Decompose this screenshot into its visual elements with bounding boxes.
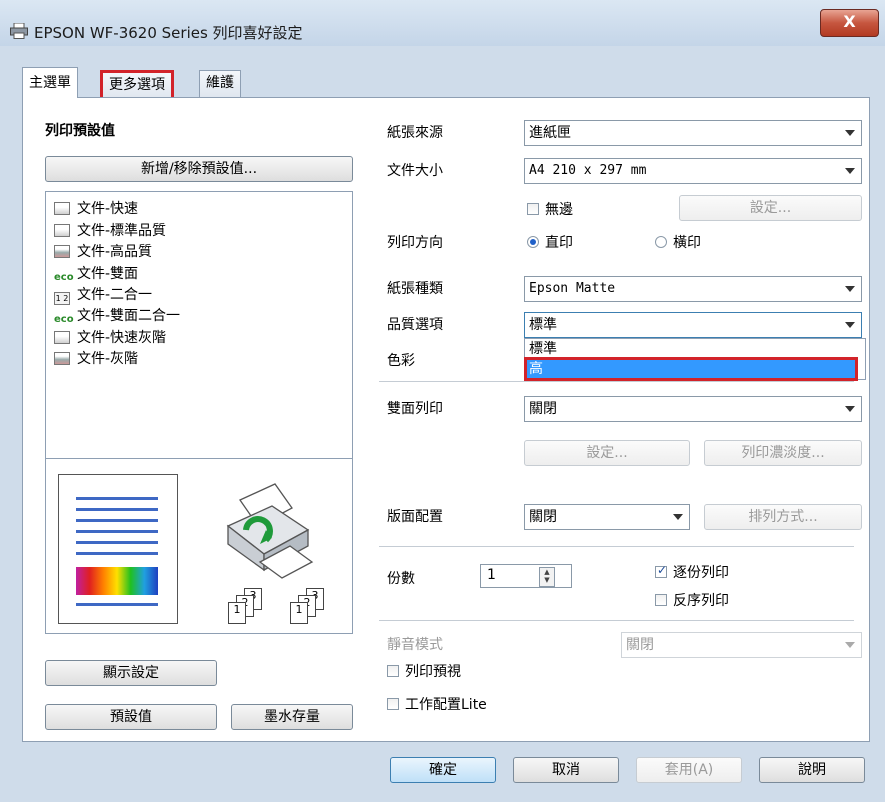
paper-type-label: 紙張種類 [387, 281, 443, 297]
print-density-button[interactable]: 列印濃淡度... [704, 440, 862, 466]
list-item[interactable]: 1 2 文件-二合一 [54, 286, 152, 305]
document-icon [54, 224, 70, 237]
color-label: 色彩 [387, 353, 415, 369]
layout-select[interactable]: 關閉 [524, 504, 690, 530]
tab-main[interactable]: 主選單 [22, 67, 78, 98]
portrait-label: 直印 [545, 235, 573, 251]
divider [46, 458, 352, 459]
collate-label: 逐份列印 [673, 565, 729, 581]
eco-icon: eco [54, 314, 74, 325]
chevron-down-icon [845, 130, 855, 136]
paper-source-label: 紙張來源 [387, 125, 443, 141]
two-in-one-icon: 1 2 [54, 292, 70, 305]
main-panel: 列印預設值 新增/移除預設值... 文件-快速 文件-標準品質 文件-高品質 e… [22, 97, 870, 742]
collate-checkbox[interactable]: ✓ [655, 563, 667, 578]
quality-dropdown-list: 標準 高 [524, 338, 866, 380]
paper-source-select[interactable]: 進紙匣 [524, 120, 862, 146]
document-color-icon [54, 352, 70, 365]
print-preview-label: 列印預視 [405, 664, 461, 680]
printer-icon [10, 23, 28, 39]
add-remove-presets-button[interactable]: 新增/移除預設值... [45, 156, 353, 182]
paper-type-select[interactable]: Epson Matte [524, 276, 862, 302]
tab-maintenance[interactable]: 維護 [199, 70, 241, 97]
orientation-label: 列印方向 [387, 235, 443, 251]
apply-button[interactable]: 套用(A) [636, 757, 742, 783]
printer-illustration-icon [226, 483, 314, 579]
document-color-icon [54, 245, 70, 258]
quality-option-standard[interactable]: 標準 [527, 340, 861, 358]
borderless-label: 無邊 [545, 202, 573, 218]
divider [379, 620, 854, 621]
spin-buttons[interactable]: ▲ ▼ [539, 567, 555, 587]
copies-value: 1 [487, 567, 496, 583]
list-item[interactable]: eco 文件-雙面 [54, 265, 138, 283]
borderless-checkbox[interactable] [527, 203, 539, 215]
duplex-label: 雙面列印 [387, 401, 443, 417]
list-item[interactable]: 文件-標準品質 [54, 222, 166, 240]
arrange-button[interactable]: 排列方式... [704, 504, 862, 530]
chevron-down-icon [845, 642, 855, 648]
title-bar: EPSON WF-3620 Series 列印喜好設定 X [0, 0, 885, 46]
ok-button[interactable]: 確定 [390, 757, 496, 783]
list-item[interactable]: 文件-快速灰階 [54, 329, 166, 347]
reverse-order-checkbox[interactable] [655, 594, 667, 606]
chevron-down-icon [845, 168, 855, 174]
print-preview-illustration [58, 474, 178, 624]
list-item[interactable]: 文件-灰階 [54, 350, 138, 368]
help-button[interactable]: 說明 [759, 757, 865, 783]
duplex-settings-button[interactable]: 設定... [524, 440, 690, 466]
borderless-settings-button[interactable]: 設定... [679, 195, 862, 221]
color-bar [76, 567, 158, 595]
divider [379, 381, 854, 382]
reverse-order-label: 反序列印 [673, 593, 729, 609]
document-size-label: 文件大小 [387, 163, 443, 179]
chevron-down-icon [673, 514, 683, 520]
document-size-select[interactable]: A4 210 x 297 mm [524, 158, 862, 184]
window-title: EPSON WF-3620 Series 列印喜好設定 [34, 24, 303, 42]
quality-option-high[interactable]: 高 [527, 360, 855, 378]
quiet-mode-label: 靜音模式 [387, 637, 443, 653]
quality-label: 品質選項 [387, 317, 443, 333]
layout-label: 版面配置 [387, 509, 443, 525]
eco-icon: eco [54, 272, 74, 283]
job-arranger-label: 工作配置Lite [405, 697, 487, 713]
landscape-radio[interactable] [655, 236, 667, 248]
close-button[interactable]: X [820, 9, 879, 37]
presets-list[interactable]: 文件-快速 文件-標準品質 文件-高品質 eco 文件-雙面 1 2 文件-二合一 … [45, 191, 353, 634]
collate-stack-icon: 3 2 1 [290, 588, 334, 624]
list-item[interactable]: eco 文件-雙面二合一 [54, 307, 180, 325]
copies-stepper[interactable]: 1 ▲ ▼ [480, 564, 572, 588]
presets-heading: 列印預設值 [45, 123, 115, 139]
document-icon [54, 331, 70, 344]
collate-stack-icon: 3 2 1 [228, 588, 272, 624]
copies-label: 份數 [387, 571, 415, 587]
document-icon [54, 202, 70, 215]
chevron-down-icon [845, 322, 855, 328]
quiet-mode-select[interactable]: 關閉 [621, 632, 862, 658]
show-settings-button[interactable]: 顯示設定 [45, 660, 217, 686]
defaults-button[interactable]: 預設值 [45, 704, 217, 730]
chevron-down-icon [845, 406, 855, 412]
list-item[interactable]: 文件-快速 [54, 200, 138, 218]
printer-preferences-window: EPSON WF-3620 Series 列印喜好設定 X 主選單 更多選項 維… [0, 0, 885, 802]
landscape-label: 橫印 [673, 235, 701, 251]
list-item[interactable]: 文件-高品質 [54, 243, 152, 261]
cancel-button[interactable]: 取消 [513, 757, 619, 783]
ink-levels-button[interactable]: 墨水存量 [231, 704, 353, 730]
quality-select[interactable]: 標準 [524, 312, 862, 338]
duplex-select[interactable]: 關閉 [524, 396, 862, 422]
chevron-down-icon [845, 286, 855, 292]
portrait-radio[interactable] [527, 236, 539, 248]
divider [379, 546, 854, 547]
job-arranger-checkbox[interactable] [387, 698, 399, 710]
print-preview-checkbox[interactable] [387, 665, 399, 677]
